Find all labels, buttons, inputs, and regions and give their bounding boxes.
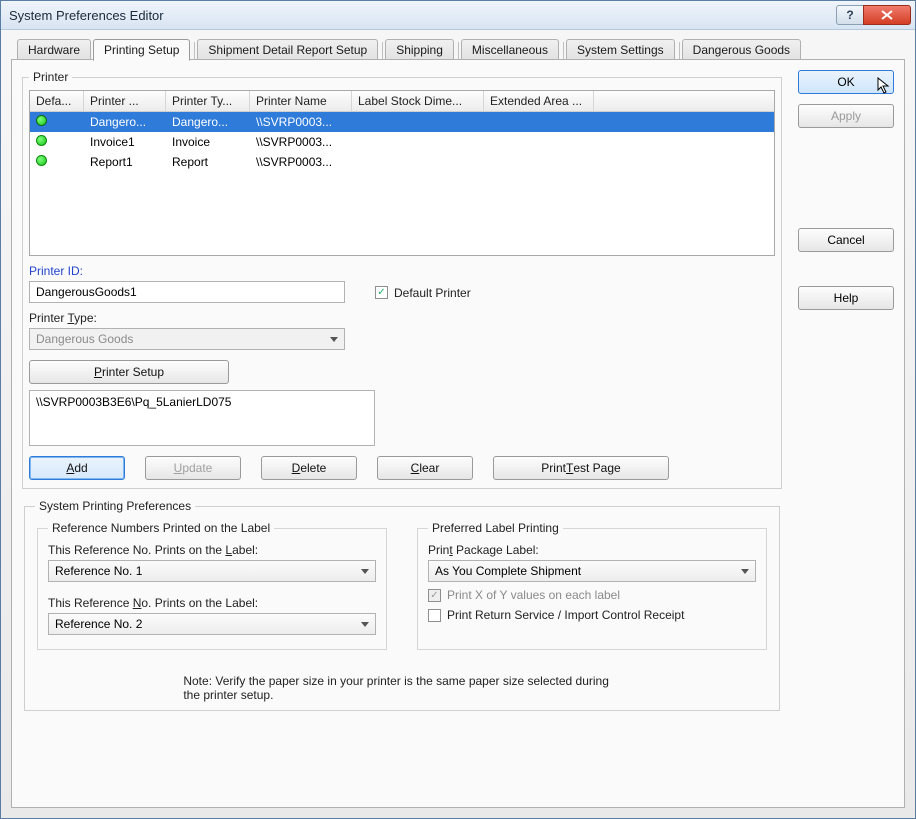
ref2-select[interactable]: Reference No. 2 xyxy=(48,613,376,635)
chevron-down-icon xyxy=(361,622,369,627)
printer-legend: Printer xyxy=(29,70,72,84)
ref1-label: This Reference No. Prints on the Label: xyxy=(48,543,376,557)
dialog-window: System Preferences Editor ? Hardware Pri… xyxy=(0,0,916,819)
status-dot-icon xyxy=(36,155,47,166)
apply-button[interactable]: Apply xyxy=(798,104,894,128)
cursor-icon xyxy=(877,77,895,95)
delete-button[interactable]: Delete xyxy=(261,456,357,480)
preferred-label-printing-fieldset: Preferred Label Printing Print Package L… xyxy=(417,521,767,650)
xofy-label: Print X of Y values on each label xyxy=(447,588,620,602)
return-row: Print Return Service / Import Control Re… xyxy=(428,608,756,622)
table-row[interactable]: Dangero... Dangero... \\SVRP0003... xyxy=(30,112,774,132)
tab-bar: Hardware Printing Setup Shipment Detail … xyxy=(11,37,905,60)
printer-type-select[interactable]: Dangerous Goods xyxy=(29,328,345,350)
tab-shipping[interactable]: Shipping xyxy=(385,39,454,60)
help-button[interactable]: Help xyxy=(798,286,894,310)
xofy-checkbox: ✓ xyxy=(428,589,441,602)
tab-printing-setup[interactable]: Printing Setup xyxy=(93,39,190,61)
tab-system-settings[interactable]: System Settings xyxy=(566,39,675,60)
reference-numbers-fieldset: Reference Numbers Printed on the Label T… xyxy=(37,521,387,650)
tab-shipment-detail-report-setup[interactable]: Shipment Detail Report Setup xyxy=(197,39,378,60)
sys-prefs-legend: System Printing Preferences xyxy=(35,499,195,513)
col-default[interactable]: Defa... xyxy=(30,91,84,111)
close-titlebar-button[interactable] xyxy=(863,5,911,25)
ref-legend: Reference Numbers Printed on the Label xyxy=(48,521,274,535)
xofy-row: ✓ Print X of Y values on each label xyxy=(428,588,756,602)
col-extended-area[interactable]: Extended Area ... xyxy=(484,91,594,111)
printer-grid[interactable]: Defa... Printer ... Printer Ty... Printe… xyxy=(29,90,775,256)
status-dot-icon xyxy=(36,135,47,146)
titlebar: System Preferences Editor ? xyxy=(1,1,915,30)
grid-body: Dangero... Dangero... \\SVRP0003... xyxy=(30,112,774,172)
table-row[interactable]: Invoice1 Invoice \\SVRP0003... xyxy=(30,132,774,152)
clear-button[interactable]: Clear xyxy=(377,456,473,480)
close-icon xyxy=(881,10,893,20)
status-dot-icon xyxy=(36,115,47,126)
grid-header: Defa... Printer ... Printer Ty... Printe… xyxy=(30,91,774,112)
print-test-page-button[interactable]: Print Test Page xyxy=(493,456,669,480)
pkg-select[interactable]: As You Complete Shipment xyxy=(428,560,756,582)
default-printer-checkbox[interactable]: ✓ xyxy=(375,286,388,299)
return-label: Print Return Service / Import Control Re… xyxy=(447,608,684,622)
content-area: Hardware Printing Setup Shipment Detail … xyxy=(11,37,905,808)
tab-dangerous-goods[interactable]: Dangerous Goods xyxy=(682,39,801,60)
printer-path-box: \\SVRP0003B3E6\Pq_5LanierLD075 xyxy=(29,390,375,446)
cancel-button[interactable]: Cancel xyxy=(798,228,894,252)
printer-setup-button[interactable]: Printer Setup xyxy=(29,360,229,384)
note-text: Note: Verify the paper size in your prin… xyxy=(183,674,620,702)
pkg-label: Print Package Label: xyxy=(428,543,756,557)
printer-type-label: Printer Type: xyxy=(29,311,345,325)
tab-panel: Printer Defa... Printer ... Printer Ty..… xyxy=(11,59,905,808)
tab-miscellaneous[interactable]: Miscellaneous xyxy=(461,39,559,60)
default-printer-label: Default Printer xyxy=(394,286,471,300)
tab-hardware[interactable]: Hardware xyxy=(17,39,91,60)
col-printer[interactable]: Printer ... xyxy=(84,91,166,111)
chevron-down-icon xyxy=(741,569,749,574)
titlebar-buttons: ? xyxy=(837,5,911,25)
printer-id-label: Printer ID: xyxy=(29,264,345,278)
col-printer-type[interactable]: Printer Ty... xyxy=(166,91,250,111)
chevron-down-icon xyxy=(361,569,369,574)
printer-id-input[interactable] xyxy=(29,281,345,303)
add-button[interactable]: Add xyxy=(29,456,125,480)
table-row[interactable]: Report1 Report \\SVRP0003... xyxy=(30,152,774,172)
ref2-label: This Reference No. Prints on the Label: xyxy=(48,596,376,610)
return-receipt-checkbox[interactable] xyxy=(428,609,441,622)
window-title: System Preferences Editor xyxy=(9,8,837,23)
pref-legend: Preferred Label Printing xyxy=(428,521,563,535)
printer-fieldset: Printer Defa... Printer ... Printer Ty..… xyxy=(22,70,782,489)
ref1-select[interactable]: Reference No. 1 xyxy=(48,560,376,582)
right-column: OK Apply Cancel Help xyxy=(798,70,894,797)
system-printing-preferences-fieldset: System Printing Preferences Reference Nu… xyxy=(24,499,780,711)
col-label-stock[interactable]: Label Stock Dime... xyxy=(352,91,484,111)
ok-button[interactable]: OK xyxy=(798,70,894,94)
help-titlebar-button[interactable]: ? xyxy=(836,5,864,25)
col-printer-name[interactable]: Printer Name xyxy=(250,91,352,111)
chevron-down-icon xyxy=(330,337,338,342)
update-button[interactable]: Update xyxy=(145,456,241,480)
left-column: Printer Defa... Printer ... Printer Ty..… xyxy=(22,70,782,797)
